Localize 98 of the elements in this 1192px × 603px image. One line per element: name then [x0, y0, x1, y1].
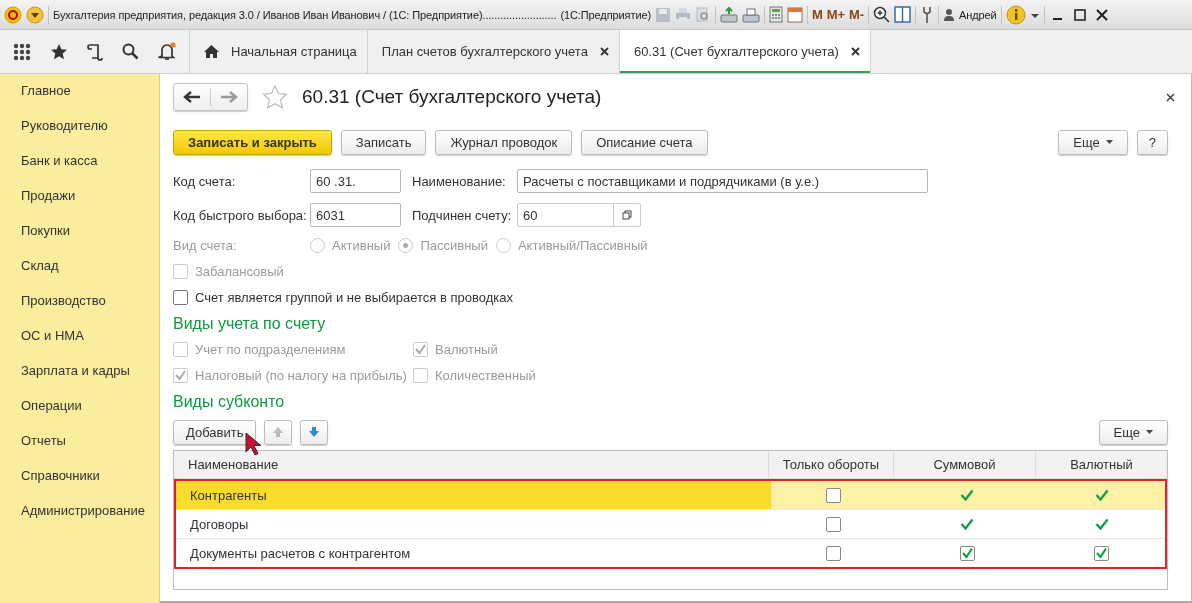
- sidebar-item[interactable]: Руководителю: [0, 110, 159, 145]
- sidebar-item[interactable]: Продажи: [0, 180, 159, 215]
- command-button[interactable]: Журнал проводок: [435, 129, 573, 155]
- panel-icon[interactable]: [893, 6, 911, 23]
- checkbox-label: Забалансовый: [195, 263, 284, 279]
- app-name: (1С:Предприятие): [560, 8, 652, 21]
- more-button[interactable]: Еще: [1098, 419, 1168, 445]
- more-button[interactable]: Еще: [1058, 129, 1128, 155]
- star-icon[interactable]: [50, 42, 69, 61]
- checkbox-label: Количественный: [435, 367, 536, 383]
- column-header[interactable]: Только обороты: [769, 451, 894, 478]
- memory-button[interactable]: M-: [849, 7, 864, 22]
- command-button[interactable]: Записать: [340, 129, 427, 155]
- help-button[interactable]: ?: [1136, 129, 1168, 155]
- command-button[interactable]: Описание счета: [581, 129, 708, 155]
- favorite-star-icon[interactable]: [262, 85, 288, 109]
- checkbox-label: Налоговый (по налогу на прибыль): [195, 367, 407, 383]
- home-icon: [204, 45, 219, 58]
- sidebar-item[interactable]: Операции: [0, 390, 159, 425]
- table-row[interactable]: Документы расчетов с контрагентом: [176, 539, 1165, 567]
- upload-icon[interactable]: [720, 6, 739, 23]
- table-row[interactable]: Контрагенты: [176, 481, 1165, 510]
- tray-icon[interactable]: [742, 6, 761, 23]
- tab[interactable]: 60.31 (Счет бухгалтерского учета): [619, 30, 871, 73]
- radio-label: Активный/Пассивный: [517, 237, 648, 253]
- sidebar-item[interactable]: Администрирование: [0, 495, 159, 530]
- logo-icon: [4, 5, 22, 24]
- checkbox-label: Учет по подразделениям: [195, 341, 346, 357]
- open-icon: [622, 210, 632, 220]
- table-cell: Контрагенты: [176, 481, 771, 509]
- move-down-button[interactable]: [300, 419, 329, 445]
- forward-arrow-icon[interactable]: [219, 90, 239, 104]
- checkbox[interactable]: [826, 516, 841, 532]
- up-arrow-icon: [272, 426, 285, 438]
- checkbox[interactable]: [173, 289, 188, 305]
- search-icon[interactable]: [121, 43, 139, 60]
- command-button[interactable]: Записать и закрыть: [173, 129, 332, 155]
- field-label: Код быстрого выбора:: [173, 207, 308, 223]
- table-cell-text: Договоры: [189, 515, 250, 534]
- caret-icon: [1146, 430, 1153, 434]
- bell-icon[interactable]: [157, 42, 176, 61]
- sidebar-item[interactable]: Отчеты: [0, 425, 159, 460]
- field-label: Код счета:: [173, 173, 237, 189]
- input-field[interactable]: 60 .31.: [310, 169, 401, 193]
- column-header[interactable]: Валютный: [1036, 451, 1167, 478]
- window-title: Бухгалтерия предприятия, редакция 3.0 / Иванов Иван Иванович / (1С: Предприятие).........................: [53, 8, 557, 21]
- sidebar-item[interactable]: Зарплата и кадры: [0, 355, 159, 390]
- checkbox[interactable]: [826, 545, 841, 561]
- field-label: Подчинен счету:: [412, 207, 513, 223]
- tab[interactable]: Начальная страница: [190, 30, 368, 73]
- memory-button[interactable]: M+: [826, 7, 845, 22]
- mouse-cursor-icon: [245, 432, 261, 456]
- sidebar-item[interactable]: Склад: [0, 250, 159, 285]
- close-icon[interactable]: [1094, 7, 1109, 22]
- close-icon[interactable]: [599, 47, 609, 56]
- column-header[interactable]: Суммовой: [894, 451, 1036, 478]
- close-icon[interactable]: [1166, 92, 1175, 102]
- close-icon[interactable]: [850, 47, 860, 56]
- checkbox-label: Валютный: [435, 341, 498, 357]
- tab[interactable]: План счетов бухгалтерского учета: [367, 30, 620, 73]
- form-title: 60.31 (Счет бухгалтерского учета): [302, 86, 603, 108]
- calendar-icon[interactable]: [787, 6, 804, 23]
- input-field[interactable]: 60: [517, 203, 641, 227]
- input-field[interactable]: 6031: [310, 203, 401, 227]
- field-label: Наименование:: [412, 173, 507, 189]
- zoom-icon[interactable]: [872, 6, 890, 23]
- caret-icon: [1105, 140, 1113, 144]
- sidebar-item[interactable]: Банк и касса: [0, 145, 159, 180]
- menu-dropdown-icon[interactable]: [26, 5, 44, 24]
- checkbox-label: Счет является группой и не выбирается в проводках: [195, 289, 513, 305]
- down-arrow-icon: [308, 426, 321, 438]
- sidebar-item[interactable]: Справочники: [0, 460, 159, 495]
- calculator-icon[interactable]: [769, 6, 784, 23]
- table-cell-text: Документы расчетов с контрагентом: [189, 544, 412, 563]
- radio-label: Пассивный: [420, 237, 488, 253]
- sidebar-item[interactable]: ОС и НМА: [0, 320, 159, 355]
- sidebar-item[interactable]: Производство: [0, 285, 159, 320]
- user-name[interactable]: Андрей: [958, 8, 997, 21]
- add-button[interactable]: Добавить: [173, 419, 257, 445]
- user-icon: [942, 8, 955, 21]
- section-heading: Виды учета по счету: [173, 314, 327, 334]
- sidebar-item[interactable]: Покупки: [0, 215, 159, 250]
- history-icon[interactable]: [87, 42, 103, 61]
- checkbox[interactable]: [1094, 545, 1109, 561]
- back-arrow-icon[interactable]: [182, 90, 202, 104]
- sidebar-item[interactable]: Главное: [0, 75, 159, 110]
- checkbox[interactable]: [826, 487, 841, 503]
- memory-button[interactable]: M: [812, 7, 823, 22]
- radio-label: Активный: [332, 237, 391, 253]
- info-icon[interactable]: [1005, 4, 1026, 25]
- checkbox[interactable]: [959, 545, 975, 561]
- column-header[interactable]: Наименование: [174, 451, 769, 478]
- section-heading: Виды субконто: [173, 392, 286, 412]
- input-field[interactable]: Расчеты с поставщиками и подрядчиками (в у.е.): [517, 169, 928, 193]
- maximize-icon[interactable]: [1072, 7, 1087, 22]
- field-label: Вид счета:: [173, 237, 238, 253]
- table-row[interactable]: Договоры: [176, 510, 1165, 539]
- apps-grid-icon[interactable]: [13, 42, 32, 61]
